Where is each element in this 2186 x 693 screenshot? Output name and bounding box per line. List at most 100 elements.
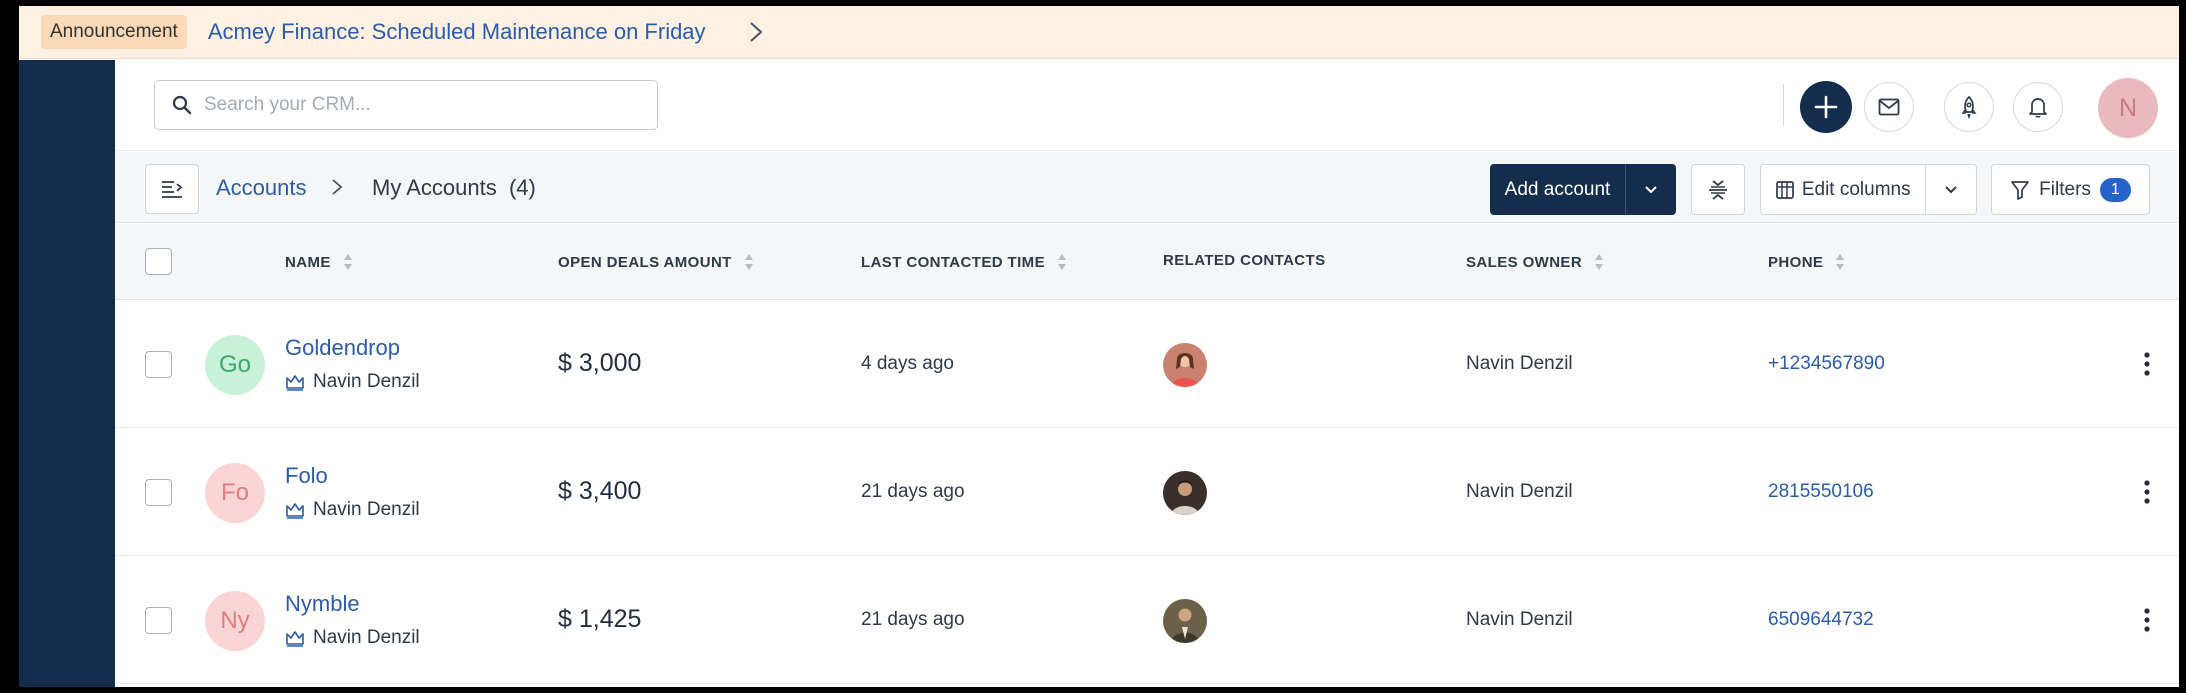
add-account-button[interactable]: Add account (1490, 164, 1626, 215)
column-header-name[interactable]: NAME (285, 253, 353, 271)
edit-columns-label: Edit columns (1801, 178, 1911, 200)
table-row[interactable]: Fo Folo Navin Denzil $ 3,400 21 days ago… (115, 429, 2179, 556)
list-toolbar: Accounts My Accounts (4) Add account Edi… (115, 152, 2179, 223)
chevron-down-icon (1645, 185, 1657, 193)
column-header-label: NAME (285, 253, 331, 271)
add-account-dropdown[interactable] (1626, 164, 1676, 215)
crown-icon (286, 503, 304, 519)
notifications-button[interactable] (2013, 82, 2063, 132)
search-input[interactable] (204, 94, 604, 116)
column-header-label: LAST CONTACTED TIME (861, 253, 1045, 271)
announcement-message[interactable]: Acmey Finance: Scheduled Maintenance on … (208, 19, 706, 45)
user-avatar[interactable]: N (2098, 78, 2158, 138)
breadcrumb-chevron-icon (328, 178, 346, 196)
kebab-menu-icon (2144, 480, 2150, 504)
row-actions-button[interactable] (2135, 347, 2159, 381)
sort-icon (1057, 254, 1066, 270)
table-row[interactable]: Ny Nymble Navin Denzil $ 1,425 21 days a… (115, 557, 2179, 684)
account-owner: Navin Denzil (285, 371, 420, 393)
row-checkbox[interactable] (145, 479, 172, 506)
account-name-link[interactable]: Goldendrop (285, 335, 400, 361)
add-account-button-group: Add account (1490, 164, 1676, 215)
header-divider (1783, 84, 1784, 126)
open-deals-amount: $ 1,425 (558, 605, 642, 633)
account-name-link[interactable]: Nymble (285, 591, 360, 617)
account-avatar: Fo (205, 463, 265, 523)
chevron-down-icon (1945, 185, 1957, 193)
crown-icon (286, 631, 304, 647)
filters-count-badge: 1 (2099, 177, 2131, 202)
email-button[interactable] (1864, 82, 1914, 132)
contact-avatar[interactable] (1163, 343, 1207, 387)
phone-link[interactable]: +1234567890 (1768, 353, 1885, 375)
sort-icon (1595, 254, 1604, 270)
mail-icon (1878, 98, 1900, 116)
toggle-views-button[interactable] (145, 164, 199, 214)
create-button[interactable] (1800, 81, 1852, 133)
column-header-label: SALES OWNER (1466, 253, 1583, 271)
owner-name: Navin Denzil (313, 627, 420, 648)
collapse-rows-icon (1709, 179, 1727, 200)
last-contacted: 21 days ago (861, 481, 965, 502)
bell-icon (2029, 98, 2047, 118)
table-row[interactable]: Go Goldendrop Navin Denzil $ 3,000 4 day… (115, 301, 2179, 428)
filter-icon (2011, 180, 2030, 200)
column-header-sales-owner[interactable]: SALES OWNER (1466, 253, 1604, 271)
row-checkbox[interactable] (145, 351, 172, 378)
owner-name: Navin Denzil (313, 371, 420, 392)
sidebar (19, 60, 115, 687)
chevron-right-icon[interactable] (746, 22, 766, 42)
column-header-open-deals[interactable]: OPEN DEALS AMOUNT (558, 253, 754, 271)
column-header-label: RELATED CONTACTS (1163, 252, 1326, 269)
search-box[interactable] (154, 80, 658, 130)
row-actions-button[interactable] (2135, 603, 2159, 637)
rocket-icon (1961, 95, 1977, 119)
sales-owner: Navin Denzil (1466, 481, 1573, 502)
sort-icon (343, 254, 352, 270)
app-window: Announcement Acmey Finance: Scheduled Ma… (19, 6, 2179, 687)
open-deals-amount: $ 3,000 (558, 349, 642, 377)
column-header-label: PHONE (1768, 253, 1824, 271)
filters-button[interactable]: Filters 1 (1991, 164, 2150, 215)
table-columns-icon (1775, 180, 1794, 199)
account-avatar: Go (205, 335, 265, 395)
account-owner: Navin Denzil (285, 627, 420, 649)
column-header-related-contacts: RELATED CONTACTS (1163, 252, 1326, 269)
filters-label: Filters (2039, 178, 2091, 200)
kebab-menu-icon (2144, 352, 2150, 376)
search-icon (172, 94, 194, 116)
record-count: (4) (508, 175, 536, 200)
row-checkbox[interactable] (145, 607, 172, 634)
last-contacted: 21 days ago (861, 609, 965, 630)
breadcrumb-accounts[interactable]: Accounts (216, 175, 307, 201)
select-all-checkbox[interactable] (145, 248, 172, 275)
account-avatar: Ny (205, 591, 265, 651)
row-density-button[interactable] (1691, 164, 1745, 215)
owner-name: Navin Denzil (313, 499, 420, 520)
kebab-menu-icon (2144, 608, 2150, 632)
sales-owner: Navin Denzil (1466, 353, 1573, 374)
account-owner: Navin Denzil (285, 499, 420, 521)
column-header-last-contacted[interactable]: LAST CONTACTED TIME (861, 253, 1067, 271)
contact-avatar[interactable] (1163, 471, 1207, 515)
sales-owner: Navin Denzil (1466, 609, 1573, 630)
edit-columns-dropdown[interactable] (1926, 165, 1976, 214)
row-actions-button[interactable] (2135, 475, 2159, 509)
contact-avatar[interactable] (1163, 599, 1207, 643)
announcement-bar[interactable]: Announcement Acmey Finance: Scheduled Ma… (19, 6, 2179, 59)
list-settings-icon (162, 181, 183, 198)
announcement-tag: Announcement (41, 15, 187, 49)
launch-button[interactable] (1944, 82, 1994, 132)
open-deals-amount: $ 3,400 (558, 477, 642, 505)
view-name: My Accounts (372, 175, 497, 200)
phone-link[interactable]: 6509644732 (1768, 609, 1874, 631)
account-name-link[interactable]: Folo (285, 463, 328, 489)
column-header-phone[interactable]: PHONE (1768, 253, 1845, 271)
phone-link[interactable]: 2815550106 (1768, 481, 1874, 503)
plus-icon (1814, 95, 1838, 119)
sort-icon (744, 254, 753, 270)
edit-columns-button[interactable]: Edit columns (1761, 165, 1927, 214)
crown-icon (286, 375, 304, 391)
last-contacted: 4 days ago (861, 353, 954, 374)
top-header: N (115, 60, 2179, 151)
